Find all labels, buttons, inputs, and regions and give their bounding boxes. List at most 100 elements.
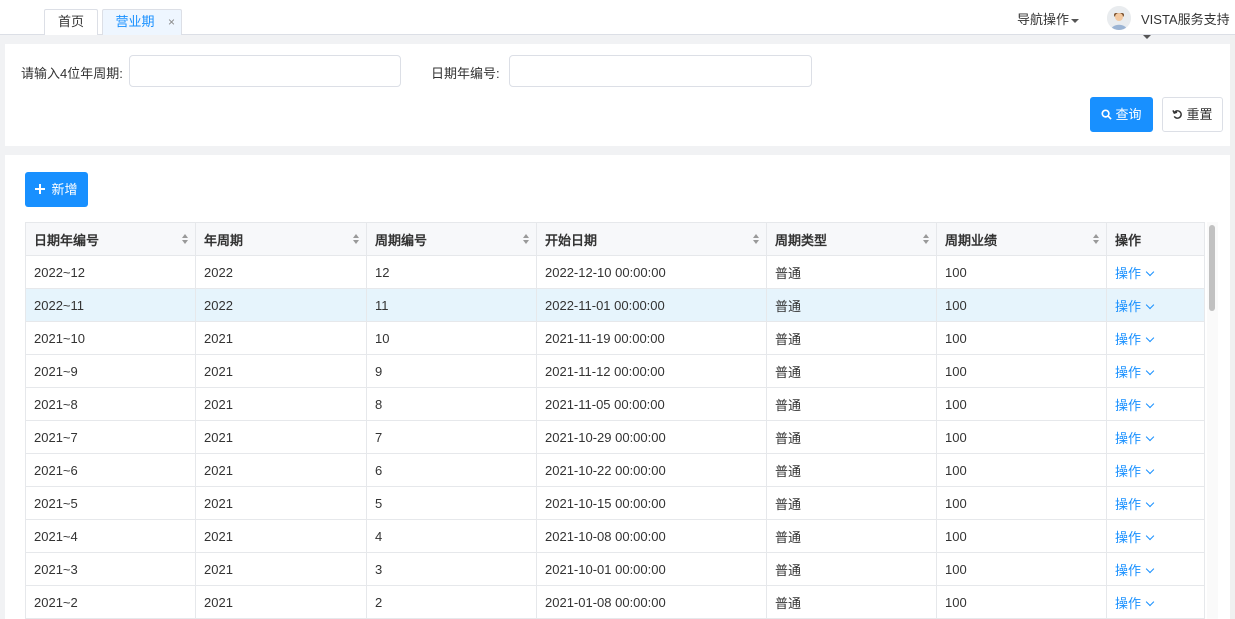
table-cell-code: 2021~6 bbox=[25, 453, 196, 487]
table-cell-start: 2021-11-19 00:00:00 bbox=[536, 321, 767, 355]
tab-home[interactable]: 首页 bbox=[44, 9, 98, 35]
table-row[interactable]: 2021~3 2021 3 2021-10-01 00:00:00 普通 100 操作 bbox=[25, 552, 1205, 586]
close-icon[interactable]: × bbox=[168, 10, 175, 34]
chevron-down-icon bbox=[1145, 531, 1155, 540]
table-scrollbar-thumb[interactable] bbox=[1209, 225, 1215, 311]
table-cell-type: 普通 bbox=[766, 354, 937, 388]
row-actions-dropdown[interactable]: 操作 bbox=[1115, 266, 1155, 281]
chevron-down-icon bbox=[1145, 300, 1155, 309]
nav-operations-label: 导航操作 bbox=[1017, 12, 1070, 27]
table-cell-code: 2022~11 bbox=[25, 288, 196, 322]
year-period-input[interactable] bbox=[129, 55, 401, 87]
date-year-number-input[interactable] bbox=[509, 55, 812, 87]
row-actions-dropdown[interactable]: 操作 bbox=[1115, 562, 1155, 578]
table-cell-year: 2021 bbox=[195, 321, 367, 355]
table-cell-start: 2022-11-01 00:00:00 bbox=[536, 288, 767, 322]
chevron-down-icon bbox=[1145, 333, 1155, 342]
table-cell-type: 普通 bbox=[766, 255, 937, 289]
column-header-date-year-no[interactable]: 日期年编号 bbox=[25, 222, 196, 256]
column-header-start-date[interactable]: 开始日期 bbox=[536, 222, 767, 256]
row-actions-dropdown[interactable]: 操作 bbox=[1115, 365, 1155, 380]
table-cell-no: 11 bbox=[366, 288, 537, 322]
table-row[interactable]: 2021~8 2021 8 2021-11-05 00:00:00 普通 100 操作 bbox=[25, 387, 1205, 421]
table-cell-type: 普通 bbox=[766, 453, 937, 487]
column-header-period-type[interactable]: 周期类型 bbox=[766, 222, 937, 256]
add-button[interactable]: 新增 bbox=[25, 172, 88, 207]
sort-icon[interactable] bbox=[353, 234, 360, 245]
column-header-label: 周期业绩 bbox=[945, 232, 998, 248]
table-cell-start: 2021-10-29 00:00:00 bbox=[536, 420, 767, 454]
table-row[interactable]: 2022~12 2022 12 2022-12-10 00:00:00 普通 100 操作 bbox=[25, 255, 1205, 289]
chevron-down-icon bbox=[1145, 399, 1155, 408]
table-row[interactable]: 2021~2 2021 2 2021-01-08 00:00:00 普通 100 操作 bbox=[25, 585, 1205, 619]
reset-icon bbox=[1172, 110, 1183, 119]
sort-icon[interactable] bbox=[923, 234, 930, 245]
column-header-year-period[interactable]: 年周期 bbox=[195, 222, 367, 256]
column-header-label: 年周期 bbox=[204, 232, 244, 248]
table-row[interactable]: 2021~10 2021 10 2021-11-19 00:00:00 普通 100 操作 bbox=[25, 321, 1205, 355]
table-cell-code: 2021~10 bbox=[25, 321, 196, 355]
table-cell-code: 2021~2 bbox=[25, 585, 196, 619]
nav-operations-menu[interactable]: 导航操作 bbox=[1017, 9, 1080, 28]
sort-icon[interactable] bbox=[523, 234, 530, 245]
table-cell-perf: 100 bbox=[936, 453, 1107, 487]
row-actions-dropdown[interactable]: 操作 bbox=[1115, 431, 1155, 446]
table-cell-start: 2021-10-08 00:00:00 bbox=[536, 519, 767, 553]
column-header-label: 周期编号 bbox=[375, 232, 428, 248]
table-row[interactable]: 2021~4 2021 4 2021-10-08 00:00:00 普通 100 操作 bbox=[25, 519, 1205, 553]
row-actions-label: 操作 bbox=[1115, 397, 1142, 413]
table-cell-year: 2022 bbox=[195, 288, 367, 322]
table-cell-actions: 操作 bbox=[1106, 486, 1205, 520]
table-row[interactable]: 2022~11 2022 11 2022-11-01 00:00:00 普通 100 操作 bbox=[25, 288, 1205, 322]
chevron-down-icon bbox=[1145, 597, 1155, 606]
table-cell-actions: 操作 bbox=[1106, 453, 1205, 487]
page-scrollbar[interactable] bbox=[1230, 35, 1235, 619]
query-button-label: 查询 bbox=[1115, 107, 1142, 122]
table-cell-year: 2021 bbox=[195, 486, 367, 520]
column-header-performance[interactable]: 周期业绩 bbox=[936, 222, 1107, 256]
tab-business-period[interactable]: 营业期 × bbox=[102, 9, 182, 35]
sort-icon[interactable] bbox=[1093, 234, 1100, 245]
table-cell-type: 普通 bbox=[766, 288, 937, 322]
column-header-label: 操作 bbox=[1115, 232, 1142, 248]
table-cell-start: 2021-11-12 00:00:00 bbox=[536, 354, 767, 388]
row-actions-dropdown[interactable]: 操作 bbox=[1115, 464, 1155, 479]
caret-down-icon bbox=[1143, 34, 1151, 39]
row-actions-dropdown[interactable]: 操作 bbox=[1115, 332, 1155, 347]
table-cell-actions: 操作 bbox=[1106, 387, 1205, 421]
row-actions-dropdown[interactable]: 操作 bbox=[1115, 299, 1155, 314]
row-actions-dropdown[interactable]: 操作 bbox=[1115, 596, 1155, 611]
table-cell-year: 2021 bbox=[195, 519, 367, 553]
date-year-number-label: 日期年编号: bbox=[431, 66, 500, 81]
query-button[interactable]: 查询 bbox=[1090, 97, 1153, 132]
table-row[interactable]: 2021~5 2021 5 2021-10-15 00:00:00 普通 100 操作 bbox=[25, 486, 1205, 520]
table-cell-actions: 操作 bbox=[1106, 552, 1205, 586]
table-cell-type: 普通 bbox=[766, 420, 937, 454]
table-row[interactable]: 2021~9 2021 9 2021-11-12 00:00:00 普通 100 操作 bbox=[25, 354, 1205, 388]
table-cell-year: 2021 bbox=[195, 354, 367, 388]
top-bar: 首页 营业期 × 导航操作 VISTA服务支持 bbox=[0, 0, 1235, 39]
row-actions-dropdown[interactable]: 操作 bbox=[1115, 530, 1155, 545]
reset-button[interactable]: 重置 bbox=[1162, 97, 1223, 132]
sort-icon[interactable] bbox=[182, 234, 189, 245]
table-cell-start: 2022-12-10 00:00:00 bbox=[536, 255, 767, 289]
table-row[interactable]: 2021~6 2021 6 2021-10-22 00:00:00 普通 100 操作 bbox=[25, 453, 1205, 487]
row-actions-dropdown[interactable]: 操作 bbox=[1115, 397, 1155, 413]
table-cell-perf: 100 bbox=[936, 519, 1107, 553]
table-scrollbar[interactable] bbox=[1207, 222, 1218, 619]
row-actions-dropdown[interactable]: 操作 bbox=[1115, 497, 1155, 512]
column-header-label: 开始日期 bbox=[545, 232, 598, 248]
table-cell-actions: 操作 bbox=[1106, 585, 1205, 619]
sort-icon[interactable] bbox=[753, 234, 760, 245]
table-cell-perf: 100 bbox=[936, 585, 1107, 619]
column-header-period-no[interactable]: 周期编号 bbox=[366, 222, 537, 256]
table-cell-actions: 操作 bbox=[1106, 288, 1205, 322]
user-menu[interactable]: VISTA服务支持 bbox=[1141, 9, 1235, 43]
chevron-down-icon bbox=[1145, 465, 1155, 474]
row-actions-label: 操作 bbox=[1115, 562, 1142, 578]
year-period-label: 请输入4位年周期: bbox=[21, 66, 123, 81]
avatar[interactable] bbox=[1107, 6, 1131, 30]
table-row[interactable]: 2021~7 2021 7 2021-10-29 00:00:00 普通 100 操作 bbox=[25, 420, 1205, 454]
table-cell-type: 普通 bbox=[766, 387, 937, 421]
table-cell-no: 6 bbox=[366, 453, 537, 487]
